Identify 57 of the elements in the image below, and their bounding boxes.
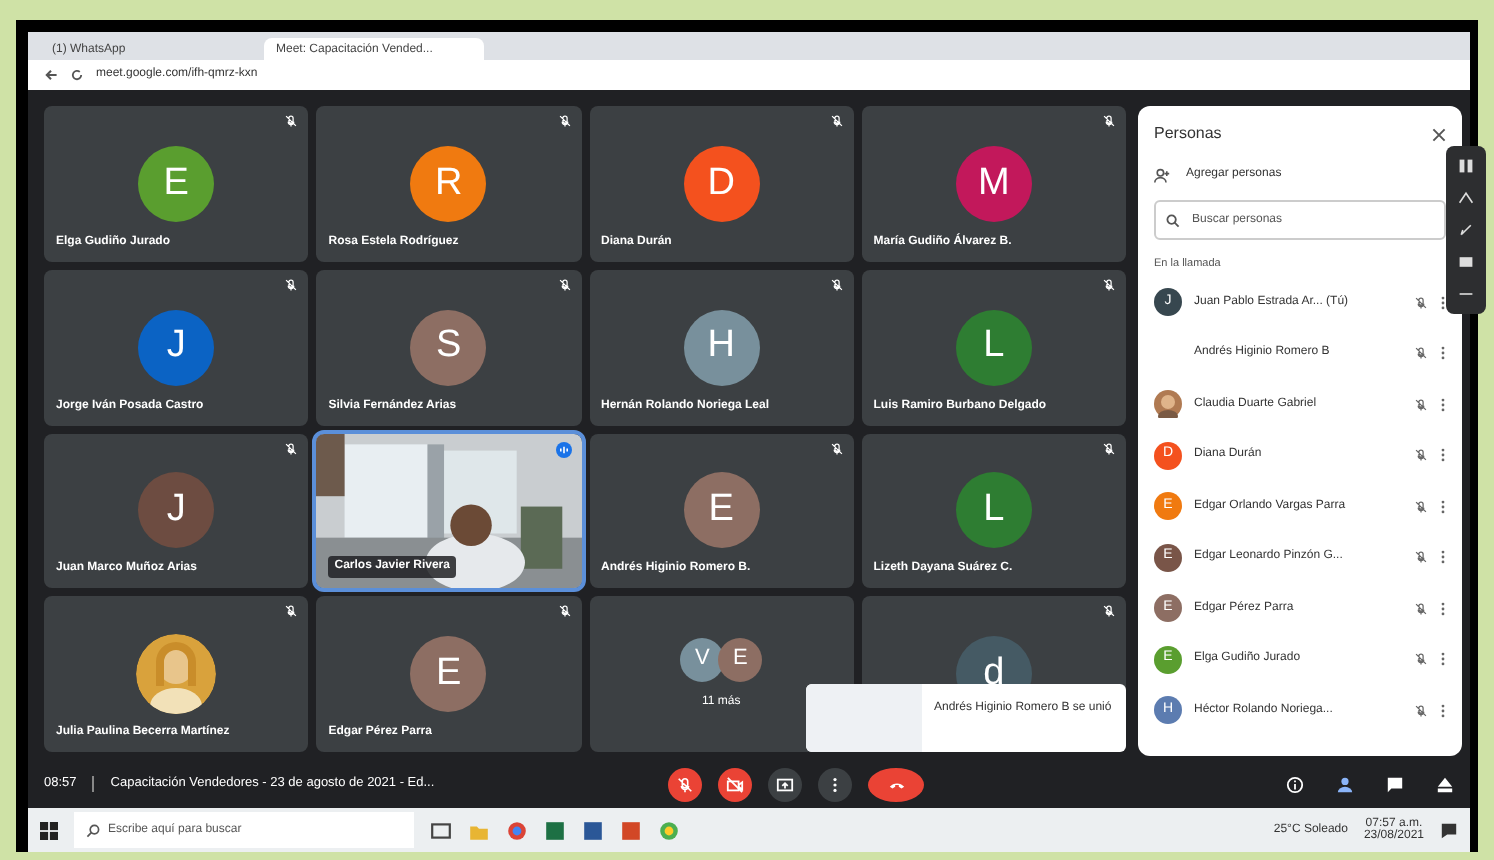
mic-off-button[interactable] (668, 767, 702, 801)
notification-icon[interactable] (1440, 821, 1458, 839)
close-icon[interactable] (1432, 127, 1446, 141)
avatar: E (683, 472, 760, 549)
avatar: L (955, 472, 1032, 549)
avatar: M (955, 145, 1032, 222)
more-icon[interactable] (1440, 601, 1446, 615)
avatar: J (138, 309, 215, 386)
more-icon[interactable] (1440, 346, 1446, 360)
more-icon[interactable] (1440, 703, 1446, 717)
more-icon[interactable] (1440, 448, 1446, 462)
search-icon (1166, 213, 1180, 227)
windows-start-icon[interactable] (40, 821, 58, 839)
avatar: V (680, 637, 725, 682)
mic-off-icon (1414, 652, 1428, 666)
avatar: J (138, 472, 215, 549)
info-icon[interactable] (1286, 775, 1304, 793)
mic-off-icon (1414, 346, 1428, 360)
people-icon[interactable] (1336, 775, 1354, 793)
mic-off-icon (676, 775, 694, 793)
more-icon[interactable] (1440, 397, 1446, 411)
end-call-button[interactable] (868, 767, 924, 801)
more-icon[interactable] (1440, 550, 1446, 564)
more-options-button[interactable] (818, 767, 852, 801)
mic-off-icon (1414, 499, 1428, 513)
more-icon[interactable] (1440, 499, 1446, 513)
more-icon[interactable] (1440, 652, 1446, 666)
mic-off-icon (1414, 703, 1428, 717)
chat-icon[interactable] (1386, 775, 1404, 793)
more-icon[interactable] (1440, 295, 1446, 309)
avatar: D (683, 145, 760, 222)
avatar: E (410, 636, 487, 713)
present-button[interactable] (768, 767, 802, 801)
avatar: S (410, 309, 487, 386)
mic-off-icon (1414, 448, 1428, 462)
pen-icon[interactable] (1458, 222, 1474, 238)
mic-off-icon (1414, 295, 1428, 309)
camera-off-button[interactable] (718, 767, 752, 801)
avatar: E (718, 637, 763, 682)
task-view-icon[interactable] (430, 819, 452, 841)
camera-off-icon (726, 775, 744, 793)
mic-off-icon (1414, 397, 1428, 411)
separator (92, 776, 95, 792)
avatar: E (138, 145, 215, 222)
avatar: R (410, 145, 487, 222)
back-icon[interactable] (44, 68, 58, 82)
pause-icon[interactable] (1458, 158, 1474, 174)
present-icon (776, 775, 794, 793)
screen-icon[interactable] (1458, 254, 1474, 270)
add-person-icon[interactable] (1154, 167, 1170, 183)
panel-title: Personas (1154, 122, 1222, 146)
reload-icon[interactable] (70, 68, 84, 82)
mic-off-icon (1414, 601, 1428, 615)
search-icon (86, 823, 100, 837)
avatar: H (683, 309, 760, 386)
mic-off-icon (1414, 550, 1428, 564)
avatar: L (955, 309, 1032, 386)
